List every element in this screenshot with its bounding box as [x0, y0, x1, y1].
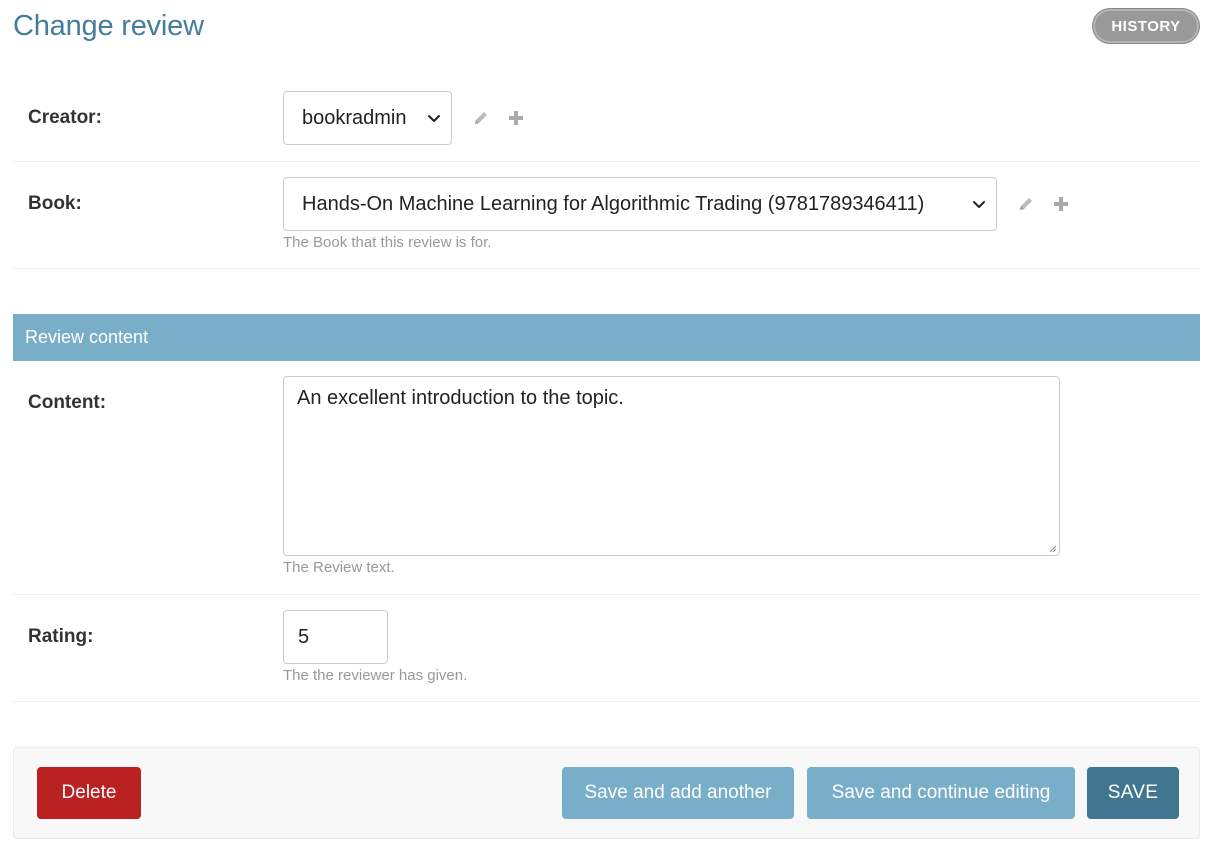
creator-row: Creator: bookradmin: [13, 78, 1200, 162]
save-and-add-another-button[interactable]: Save and add another: [562, 767, 794, 819]
book-help-text: The Book that this review is for.: [283, 234, 492, 251]
book-label: Book:: [28, 193, 82, 214]
save-button[interactable]: SAVE: [1087, 767, 1179, 819]
creator-select-value: bookradmin: [302, 106, 407, 129]
plus-icon[interactable]: [1051, 194, 1071, 214]
content-textarea-value: An excellent introduction to the topic.: [297, 387, 624, 409]
rating-help-text: The the reviewer has given.: [283, 667, 468, 684]
book-row: Book: Hands-On Machine Learning for Algo…: [13, 162, 1200, 269]
rating-row: Rating: The the reviewer has given.: [13, 595, 1200, 702]
save-and-continue-button[interactable]: Save and continue editing: [807, 767, 1075, 819]
fieldset-header-review-content: Review content: [13, 314, 1200, 361]
plus-icon[interactable]: [506, 108, 526, 128]
resize-handle-icon[interactable]: [1047, 543, 1057, 553]
creator-select[interactable]: bookradmin: [283, 91, 452, 145]
delete-button[interactable]: Delete: [37, 767, 141, 819]
page-title: Change review: [13, 10, 204, 42]
rating-input[interactable]: 5: [283, 610, 388, 664]
chevron-down-icon: [428, 115, 440, 122]
content-label: Content:: [28, 392, 107, 413]
creator-label: Creator:: [28, 107, 102, 128]
book-select-value: Hands-On Machine Learning for Algorithmi…: [302, 192, 925, 215]
submit-row: Delete Save and add another Save and con…: [13, 747, 1200, 839]
rating-input-value: 5: [298, 625, 310, 648]
pencil-icon[interactable]: [471, 108, 491, 128]
pencil-icon[interactable]: [1016, 194, 1036, 214]
rating-label: Rating:: [28, 626, 94, 647]
book-select[interactable]: Hands-On Machine Learning for Algorithmi…: [283, 177, 997, 231]
content-help-text: The Review text.: [283, 559, 395, 576]
chevron-down-icon: [973, 201, 985, 208]
history-button[interactable]: HISTORY: [1092, 8, 1200, 44]
content-textarea[interactable]: An excellent introduction to the topic.: [283, 376, 1060, 556]
